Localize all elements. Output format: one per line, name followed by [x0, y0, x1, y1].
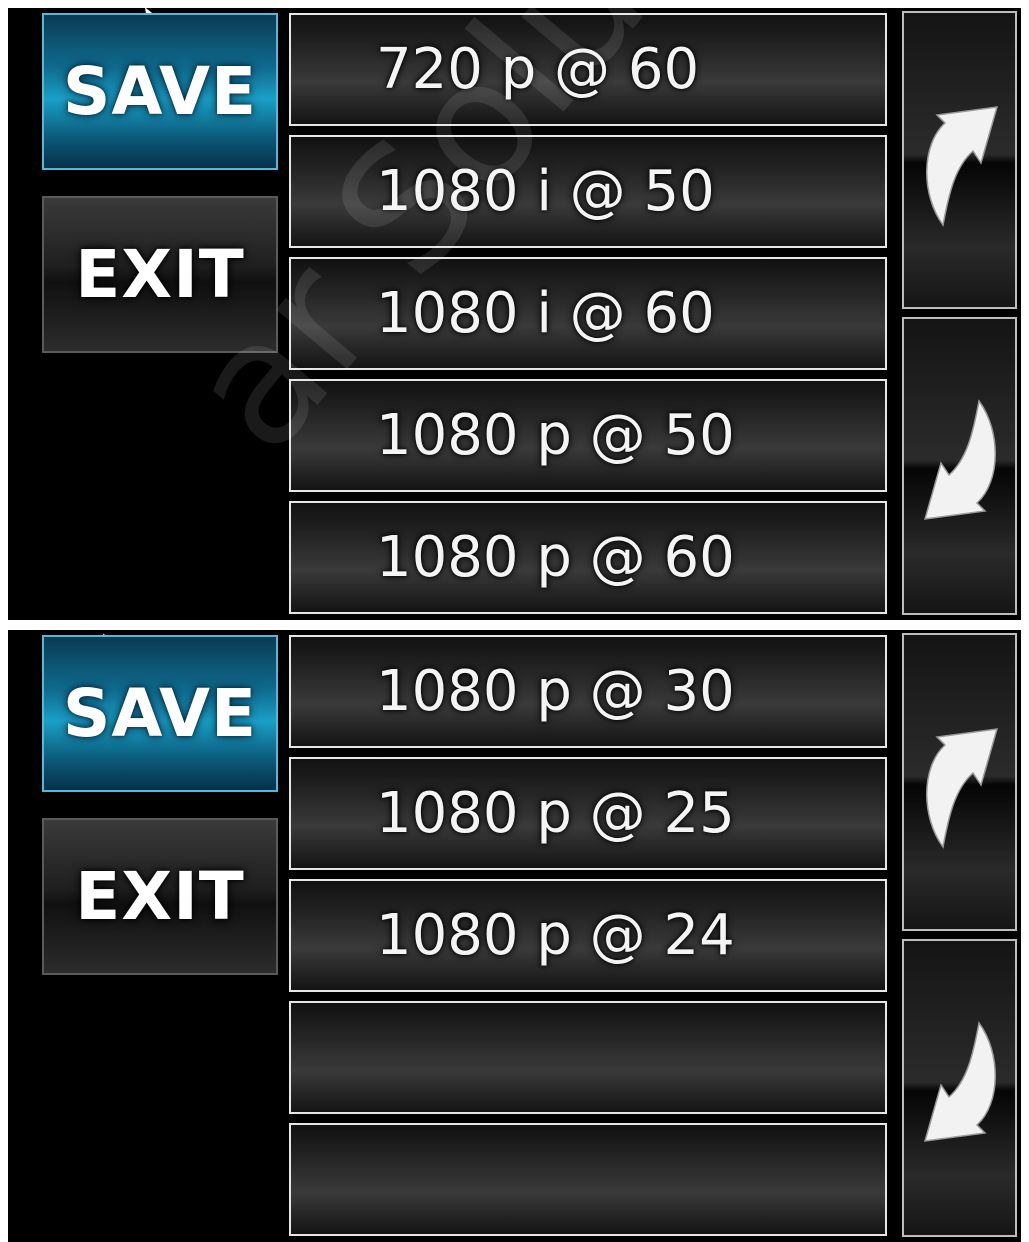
- list-item[interactable]: 1080 i @ 50: [289, 135, 887, 248]
- list-item[interactable]: 1080 p @ 24: [289, 879, 887, 992]
- save-button[interactable]: SAVE: [42, 13, 278, 170]
- exit-button[interactable]: EXIT: [42, 196, 278, 353]
- scroll-down-button[interactable]: [902, 317, 1017, 615]
- exit-button[interactable]: EXIT: [42, 818, 278, 975]
- list-item-label: 1080 p @ 25: [376, 781, 735, 846]
- scroll-up-button[interactable]: [902, 633, 1017, 931]
- save-button[interactable]: SAVE: [42, 635, 278, 792]
- list-item-label: 1080 p @ 60: [376, 525, 735, 590]
- list-item[interactable]: [289, 1001, 887, 1114]
- save-button-label: SAVE: [62, 53, 258, 130]
- list-item[interactable]: [289, 1123, 887, 1236]
- curved-arrow-down-icon: [923, 1021, 996, 1142]
- list-item[interactable]: 1080 i @ 60: [289, 257, 887, 370]
- curved-arrow-down-icon: [923, 399, 996, 520]
- curved-arrow-up-icon: [925, 728, 998, 849]
- list-item-label: 1080 i @ 60: [376, 281, 715, 346]
- list-item-label: 1080 p @ 30: [376, 659, 735, 724]
- save-button-label: SAVE: [62, 675, 258, 752]
- list-item[interactable]: 1080 p @ 50: [289, 379, 887, 492]
- bottom-screen: SAVE EXIT 1080 p @ 30 1080 p @ 25 1080 p…: [8, 629, 1021, 1242]
- top-screen: SAVE EXIT 720 p @ 60 1080 i @ 50 1080 i …: [8, 3, 1021, 620]
- list-item[interactable]: 1080 p @ 30: [289, 635, 887, 748]
- exit-button-label: EXIT: [75, 858, 245, 935]
- list-item-label: 1080 p @ 24: [376, 903, 735, 968]
- scroll-up-button[interactable]: [902, 11, 1017, 309]
- list-item-label: 1080 i @ 50: [376, 159, 715, 224]
- list-item-label: 720 p @ 60: [376, 37, 700, 102]
- list-item-label: 1080 p @ 50: [376, 403, 735, 468]
- list-item[interactable]: 1080 p @ 25: [289, 757, 887, 870]
- list-item[interactable]: 720 p @ 60: [289, 13, 887, 126]
- screen-divider: [0, 620, 1029, 630]
- scroll-down-button[interactable]: [902, 939, 1017, 1237]
- exit-button-label: EXIT: [75, 236, 245, 313]
- list-item[interactable]: 1080 p @ 60: [289, 501, 887, 614]
- curved-arrow-up-icon: [925, 106, 998, 227]
